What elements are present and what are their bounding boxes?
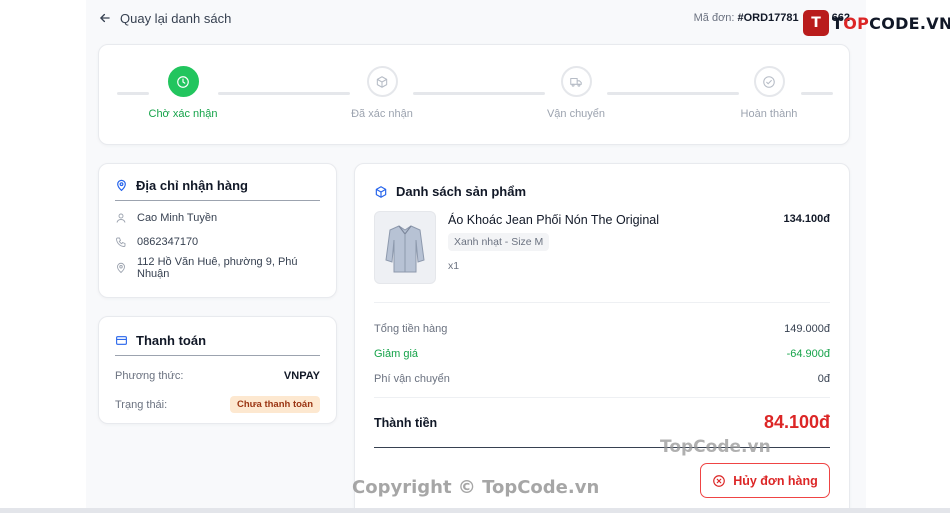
street-address: 112 Hồ Văn Huê, phường 9, Phú Nhuận xyxy=(137,256,298,280)
arrow-left-icon xyxy=(100,13,110,23)
x-circle-icon xyxy=(713,474,726,487)
payment-status-label: Trạng thái: xyxy=(115,398,168,411)
recipient-name: Cao Minh Tuyền xyxy=(137,212,218,224)
user-icon xyxy=(116,213,126,223)
shipping-fee-row: Phí vận chuyển 0đ xyxy=(374,373,830,385)
payment-method-row: Phương thức: VNPAY xyxy=(115,370,320,382)
step-label: Hoàn thành xyxy=(740,108,798,120)
discount-row: Giảm giá -64.900đ xyxy=(374,348,830,360)
payment-status-badge: Chưa thanh toán xyxy=(229,396,320,413)
shipping-address-card: Địa chỉ nhận hàng Cao Minh Tuyền 0862347… xyxy=(98,163,337,298)
payment-status-row: Trạng thái: Chưa thanh toán xyxy=(115,396,320,413)
payment-card: Thanh toán Phương thức: VNPAY Trạng thái… xyxy=(98,316,337,424)
location-icon xyxy=(117,262,125,274)
back-to-list-link[interactable]: Quay lại danh sách xyxy=(98,11,231,26)
top-bar: Quay lại danh sách Mã đơn: #ORD17781 662 xyxy=(98,6,850,30)
truck-icon xyxy=(570,77,582,87)
cancel-order-button[interactable]: Hủy đơn hàng xyxy=(700,463,830,498)
step-label: Vận chuyển xyxy=(546,108,606,120)
copyright-watermark: Copyright © TopCode.vn xyxy=(352,477,600,498)
street-row: 112 Hồ Văn Huê, phường 9, Phú Nhuận xyxy=(115,256,320,280)
phone-icon xyxy=(116,237,126,247)
product-quantity: x1 xyxy=(448,260,460,272)
payment-method-label: Phương thức: xyxy=(115,370,184,382)
address-card-title: Địa chỉ nhận hàng xyxy=(115,178,320,201)
package-icon xyxy=(375,185,387,198)
subtotal-row: Tổng tiền hàng 149.000đ xyxy=(374,323,830,335)
product-list-title: Danh sách sản phẩm xyxy=(374,184,830,199)
watermark-text: TopCode.vn xyxy=(660,437,771,457)
step-completed: Hoàn thành xyxy=(709,66,829,120)
recipient-name-row: Cao Minh Tuyền xyxy=(115,211,320,225)
back-label: Quay lại danh sách xyxy=(120,10,232,26)
product-item[interactable]: Áo Khoác Jean Phối Nón The Original Xanh… xyxy=(374,211,830,303)
product-variant: Xanh nhạt - Size M xyxy=(448,233,550,251)
check-circle-icon xyxy=(763,75,775,88)
shipping-fee-value: 0đ xyxy=(817,373,830,385)
clock-icon xyxy=(177,75,189,88)
payment-card-title: Thanh toán xyxy=(115,333,320,356)
logo-text: TOPCODE.VN xyxy=(832,13,950,33)
order-summary: Tổng tiền hàng 149.000đ Giảm giá -64.900… xyxy=(374,323,830,385)
step-shipping: Vận chuyển xyxy=(516,66,636,120)
jacket-image xyxy=(385,224,425,272)
credit-card-icon xyxy=(116,336,127,345)
discount-label: Giảm giá xyxy=(374,348,419,360)
total-amount: 84.100đ xyxy=(763,412,830,432)
order-code-label: Mã đơn: xyxy=(693,12,735,24)
logo-mark: T xyxy=(803,10,829,36)
total-label: Thành tiền xyxy=(374,415,438,430)
step-label: Đã xác nhận xyxy=(351,108,413,120)
order-code-value: #ORD17781 xyxy=(737,12,799,24)
product-list-card: Danh sách sản phẩm Áo Khoác Jean Phối Nó… xyxy=(354,163,850,513)
discount-value: -64.900đ xyxy=(786,348,830,360)
shipping-fee-label: Phí vận chuyển xyxy=(374,373,450,385)
step-label: Chờ xác nhận xyxy=(148,108,218,120)
topcode-logo: T TOPCODE.VN xyxy=(803,10,950,36)
bottom-edge xyxy=(0,508,950,513)
subtotal-value: 149.000đ xyxy=(784,323,830,335)
box-icon xyxy=(376,75,388,88)
payment-method-value: VNPAY xyxy=(283,370,320,382)
phone-number: 0862347170 xyxy=(137,236,199,248)
subtotal-label: Tổng tiền hàng xyxy=(374,323,448,335)
order-progress-card: Chờ xác nhận Đã xác nhận Vận chuyển Hoàn… xyxy=(98,44,850,145)
map-pin-icon xyxy=(117,179,126,192)
phone-row: 0862347170 xyxy=(115,235,320,249)
step-pending: Chờ xác nhận xyxy=(123,66,243,120)
product-name[interactable]: Áo Khoác Jean Phối Nón The Original xyxy=(448,213,830,227)
product-price: 134.100đ xyxy=(783,213,830,225)
step-confirmed: Đã xác nhận xyxy=(322,66,442,120)
product-thumbnail[interactable] xyxy=(374,211,436,284)
cancel-order-label: Hủy đơn hàng xyxy=(733,473,818,488)
